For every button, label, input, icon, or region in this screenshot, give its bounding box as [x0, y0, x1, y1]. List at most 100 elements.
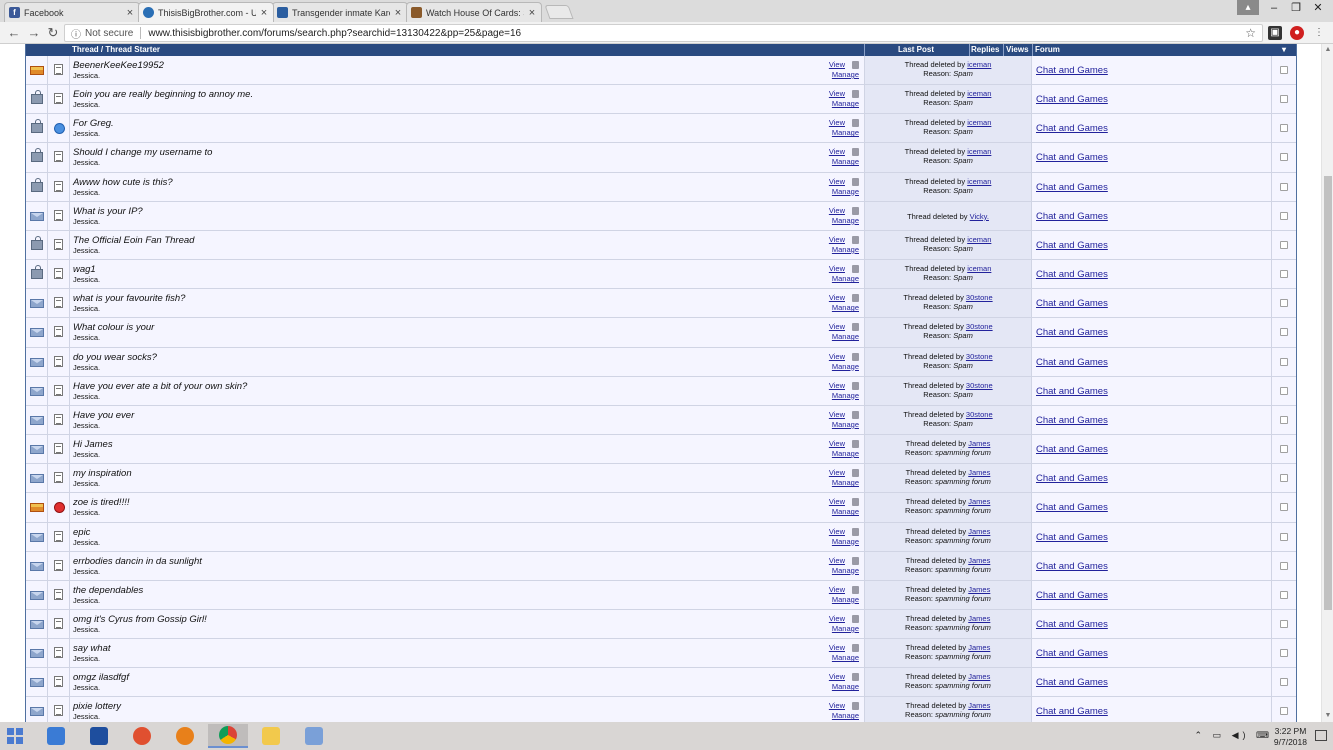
forum-link[interactable]: Chat and Games — [1036, 619, 1108, 630]
reload-button[interactable]: ↻ — [45, 25, 61, 41]
forum-link[interactable]: Chat and Games — [1036, 182, 1108, 193]
forum-link[interactable]: Chat and Games — [1036, 532, 1108, 543]
thread-starter[interactable]: Jessica. — [73, 712, 100, 721]
scroll-up-icon[interactable]: ▲ — [1322, 46, 1333, 56]
taskbar-app-chrome[interactable] — [208, 724, 248, 748]
header-last-post[interactable]: Last Post — [898, 45, 934, 54]
view-link[interactable]: View — [829, 556, 845, 565]
tab-house-of-cards[interactable]: Watch House Of Cards: S × — [406, 2, 542, 22]
view-link[interactable]: View — [829, 701, 845, 710]
manage-link[interactable]: Manage — [832, 99, 859, 108]
header-views[interactable]: Views — [1006, 45, 1029, 54]
moderator-link[interactable]: iceman — [967, 60, 991, 69]
forum-link[interactable]: Chat and Games — [1036, 211, 1108, 222]
close-window-button[interactable]: ✕ — [1307, 0, 1329, 15]
thread-title[interactable]: Should I change my username to — [73, 147, 212, 158]
moderator-link[interactable]: 30stone — [966, 293, 993, 302]
forum-link[interactable]: Chat and Games — [1036, 123, 1108, 134]
thread-starter[interactable]: Jessica. — [73, 392, 100, 401]
manage-link[interactable]: Manage — [832, 70, 859, 79]
moderator-link[interactable]: James — [968, 468, 990, 477]
manage-link[interactable]: Manage — [832, 711, 859, 720]
manage-link[interactable]: Manage — [832, 420, 859, 429]
taskbar-app-explorer[interactable] — [251, 724, 291, 748]
manage-link[interactable]: Manage — [832, 128, 859, 137]
close-icon[interactable]: × — [125, 7, 135, 19]
moderator-link[interactable]: 30stone — [966, 352, 993, 361]
manage-link[interactable]: Manage — [832, 216, 859, 225]
manage-link[interactable]: Manage — [832, 362, 859, 371]
tab-transgender-inmate[interactable]: Transgender inmate Karer × — [272, 2, 408, 22]
manage-link[interactable]: Manage — [832, 653, 859, 662]
forum-link[interactable]: Chat and Games — [1036, 415, 1108, 426]
forum-link[interactable]: Chat and Games — [1036, 269, 1108, 280]
thread-starter[interactable]: Jessica. — [73, 538, 100, 547]
thread-title[interactable]: epic — [73, 527, 90, 538]
minimize-button[interactable]: – — [1263, 0, 1285, 15]
profile-icon[interactable]: ▴ — [1237, 0, 1259, 15]
forum-link[interactable]: Chat and Games — [1036, 152, 1108, 163]
notifications-icon[interactable] — [1315, 730, 1327, 741]
manage-link[interactable]: Manage — [832, 595, 859, 604]
thread-title[interactable]: Eoin you are really beginning to annoy m… — [73, 89, 253, 100]
moderator-link[interactable]: James — [968, 556, 990, 565]
select-checkbox[interactable] — [1280, 415, 1288, 424]
forum-link[interactable]: Chat and Games — [1036, 298, 1108, 309]
forum-link[interactable]: Chat and Games — [1036, 590, 1108, 601]
select-checkbox[interactable] — [1280, 66, 1288, 74]
view-link[interactable]: View — [829, 643, 845, 652]
view-link[interactable]: View — [829, 264, 845, 273]
thread-starter[interactable]: Jessica. — [73, 508, 100, 517]
manage-link[interactable]: Manage — [832, 566, 859, 575]
view-link[interactable]: View — [829, 322, 845, 331]
system-tray[interactable]: ⌃ ▭ ◀) ⌨ — [1195, 730, 1273, 741]
forum-link[interactable]: Chat and Games — [1036, 386, 1108, 397]
thread-title[interactable]: For Greg. — [73, 118, 114, 129]
maximize-button[interactable]: ❐ — [1285, 0, 1307, 15]
moderator-link[interactable]: James — [968, 439, 990, 448]
select-checkbox[interactable] — [1280, 182, 1288, 191]
select-checkbox[interactable] — [1280, 357, 1288, 366]
thread-starter[interactable]: Jessica. — [73, 71, 100, 80]
moderator-link[interactable]: 30stone — [966, 322, 993, 331]
select-checkbox[interactable] — [1280, 561, 1288, 570]
thread-starter[interactable]: Jessica. — [73, 275, 100, 284]
select-checkbox[interactable] — [1280, 649, 1288, 658]
select-checkbox[interactable] — [1280, 619, 1288, 628]
manage-link[interactable]: Manage — [832, 303, 859, 312]
scroll-down-icon[interactable]: ▼ — [1322, 712, 1333, 722]
header-thread[interactable]: Thread / Thread Starter — [72, 45, 160, 54]
manage-link[interactable]: Manage — [832, 682, 859, 691]
forum-link[interactable]: Chat and Games — [1036, 473, 1108, 484]
view-link[interactable]: View — [829, 614, 845, 623]
back-button[interactable]: ← — [6, 25, 22, 41]
thread-starter[interactable]: Jessica. — [73, 625, 100, 634]
view-link[interactable]: View — [829, 527, 845, 536]
forum-link[interactable]: Chat and Games — [1036, 94, 1108, 105]
taskbar-app-outlook[interactable] — [79, 724, 119, 748]
thread-title[interactable]: wag1 — [73, 264, 96, 275]
select-checkbox[interactable] — [1280, 270, 1288, 279]
select-checkbox[interactable] — [1280, 211, 1288, 220]
thread-starter[interactable]: Jessica. — [73, 217, 100, 226]
view-link[interactable]: View — [829, 235, 845, 244]
manage-link[interactable]: Manage — [832, 245, 859, 254]
thread-title[interactable]: pixie lottery — [73, 701, 121, 712]
thread-title[interactable]: omg it's Cyrus from Gossip Girl! — [73, 614, 207, 625]
moderator-link[interactable]: iceman — [967, 177, 991, 186]
tab-thisisbigbrother[interactable]: ThisisBigBrother.com - Ul × — [138, 2, 274, 22]
thread-starter[interactable]: Jessica. — [73, 363, 100, 372]
forum-link[interactable]: Chat and Games — [1036, 677, 1108, 688]
forum-link[interactable]: Chat and Games — [1036, 65, 1108, 76]
thread-title[interactable]: The Official Eoin Fan Thread — [73, 235, 194, 246]
taskbar-app-paint[interactable] — [122, 724, 162, 748]
thread-starter[interactable]: Jessica. — [73, 654, 100, 663]
bookmark-star-icon[interactable]: ☆ — [1245, 26, 1256, 40]
select-checkbox[interactable] — [1280, 445, 1288, 454]
select-checkbox[interactable] — [1280, 590, 1288, 599]
manage-link[interactable]: Manage — [832, 391, 859, 400]
manage-link[interactable]: Manage — [832, 478, 859, 487]
moderator-link[interactable]: James — [968, 701, 990, 710]
thread-starter[interactable]: Jessica. — [73, 479, 100, 488]
forward-button[interactable]: → — [26, 25, 42, 41]
